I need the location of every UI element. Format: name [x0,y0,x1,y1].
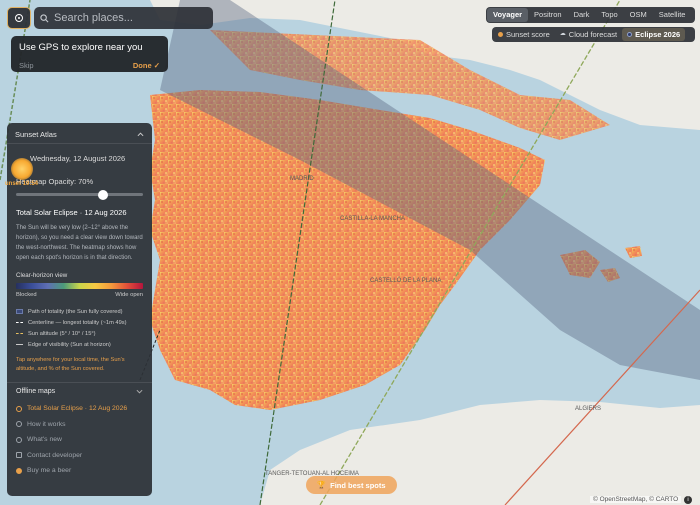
legend: Path of totality (the Sun fully covered)… [7,298,152,350]
eclipse-icon [16,405,22,412]
scale-min-label: Blocked [16,292,37,298]
panel-title: Sunset Atlas [15,129,57,139]
legend-item: Sun altitude (5° / 10° / 15°) [16,328,143,339]
basemap-voyager[interactable]: Voyager [487,8,529,22]
basemap-osm[interactable]: OSM [624,8,653,22]
slider-handle[interactable] [98,189,108,200]
chevron-down-icon [136,389,143,394]
edge-swatch-icon [16,344,23,345]
gps-locate-button[interactable] [7,7,31,29]
menu-item-eclipse[interactable]: Total Solar Eclipse · 12 Aug 2026 [16,401,143,417]
search-icon [40,13,49,22]
offline-maps-toggle[interactable]: Offline maps [7,383,152,395]
search-input[interactable] [54,12,204,24]
basemap-switcher: Voyager Positron Dark Topo OSM Satellite [486,7,695,23]
legend-item: Path of totality (the Sun fully covered) [16,306,143,317]
divider [7,143,152,144]
cloud-icon: ☁ [559,31,566,37]
eclipse-description: The Sun will be very low (2–12° above th… [16,225,143,261]
side-panel: Sunset Atlas Wednesday, 12 August 2026 H… [7,123,152,496]
menu-item-whats-new[interactable]: What's new [16,432,143,448]
mail-icon [16,452,22,459]
sunset-time-label: unset 19:54 [5,181,39,187]
menu-item-how-it-works[interactable]: How it works [16,417,143,433]
info-icon [16,421,22,428]
legend-item: Centerline — longest totality (~1m 49s) [16,317,143,328]
layer-sunset-score[interactable]: Sunset score [493,28,555,41]
map-label-castilla: CASTILLA-LA MANCHA [340,216,405,222]
eclipse-title: Total Solar Eclipse · 12 Aug 2026 [16,208,127,217]
centerline-swatch-icon [16,322,23,323]
tap-hint: Tap anywhere for your local time, the Su… [16,357,125,372]
legend-item: Edge of visibility (Sun at horizon) [16,339,143,350]
info-icon[interactable]: i [684,496,692,504]
trophy-icon: 🏆 [317,482,327,489]
panel-header[interactable]: Sunset Atlas [7,123,152,140]
crosshair-icon [15,14,23,22]
opacity-slider[interactable] [16,189,143,200]
basemap-positron[interactable]: Positron [528,8,568,22]
gps-prompt-title: Use GPS to explore near you [19,42,143,53]
map-label-algiers: ALGIERS [575,406,601,412]
totality-swatch-icon [16,309,23,314]
layer-cloud-forecast[interactable]: ☁ Cloud forecast [555,28,622,41]
menu-item-beer[interactable]: Buy me a beer [16,463,143,479]
menu-item-contact[interactable]: Contact developer [16,448,143,464]
basemap-satellite[interactable]: Satellite [653,8,692,22]
altitude-swatch-icon [16,333,23,334]
chevron-up-icon[interactable] [137,131,144,137]
sunset-dot-icon [498,32,503,37]
gps-prompt: Use GPS to explore near you Skip Done ✓ [11,36,168,72]
layer-switcher: Sunset score ☁ Cloud forecast Eclipse 20… [492,27,695,42]
basemap-topo[interactable]: Topo [595,8,623,22]
map-label-castello: CASTELLÓ DE LA PLANA [370,277,441,284]
find-best-spots-button[interactable]: 🏆 Find best spots [306,476,397,494]
search-bar[interactable] [34,7,213,29]
skip-button[interactable]: Skip [19,61,34,70]
sparkle-icon [16,436,22,443]
scale-max-label: Wide open [115,292,143,298]
beer-icon [16,467,22,474]
clear-horizon-label: Clear-horizon view [16,272,68,279]
eclipse-icon [627,32,633,37]
layer-eclipse-2026[interactable]: Eclipse 2026 [622,28,686,41]
map-attribution[interactable]: © OpenStreetMap, © CARTO [590,496,682,503]
map-label-madrid: MADRID [290,176,314,182]
done-button[interactable]: Done ✓ [133,61,160,70]
basemap-dark[interactable]: Dark [568,8,596,22]
sun-icon[interactable] [11,158,33,180]
panel-menu: Total Solar Eclipse · 12 Aug 2026 How it… [7,395,152,479]
